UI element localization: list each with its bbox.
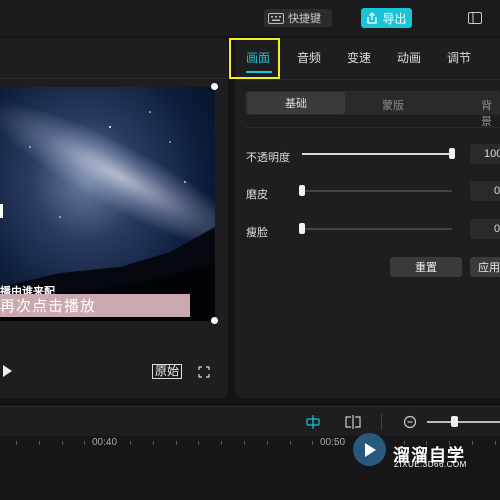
time-label-50: 00:50 <box>320 437 346 448</box>
top-bar <box>0 0 500 36</box>
slim-face-label: 瘦脸 <box>246 227 268 239</box>
smooth-skin-slider-track[interactable] <box>302 190 452 192</box>
subtab-divider <box>245 127 500 128</box>
tab-divider <box>235 79 500 80</box>
text-cursor-mark <box>0 204 3 218</box>
slim-face-slider-knob[interactable] <box>299 223 305 234</box>
ruler-tick <box>244 441 245 445</box>
ruler-tick <box>198 441 199 445</box>
zoom-slider-track[interactable] <box>427 421 500 423</box>
timeline-toolbar <box>0 406 500 437</box>
zoom-slider-knob[interactable] <box>451 416 458 427</box>
shortcut-button[interactable]: 快捷键 <box>264 9 332 27</box>
subtab-mask[interactable]: 蒙版 <box>382 97 404 113</box>
opacity-value: 100 <box>484 148 500 160</box>
toolbar-divider <box>381 414 382 430</box>
video-frame[interactable]: 播由谁来配 再次点击播放 <box>0 87 215 321</box>
subtab-background[interactable]: 背景 <box>481 97 500 129</box>
play-icon[interactable] <box>3 365 12 377</box>
ruler-tick <box>176 441 177 445</box>
ruler-tick <box>472 441 473 445</box>
preview-header <box>0 38 228 79</box>
watermark-url: ZIXUE.3D66.COM <box>394 460 467 469</box>
ruler-tick <box>290 441 291 445</box>
highlight-box <box>229 38 280 79</box>
ruler-tick <box>153 441 154 445</box>
shortcut-label: 快捷键 <box>288 13 321 25</box>
watermark-play-icon <box>365 443 376 457</box>
fullscreen-icon[interactable] <box>198 366 210 378</box>
resize-handle-bottom-right[interactable] <box>211 317 218 324</box>
ruler-tick <box>84 441 85 445</box>
ruler-tick <box>62 441 63 445</box>
opacity-slider-knob[interactable] <box>449 148 455 159</box>
tab-speed[interactable]: 变速 <box>347 49 371 66</box>
keyboard-icon <box>268 12 284 24</box>
opacity-label: 不透明度 <box>246 152 290 164</box>
smooth-skin-label: 磨皮 <box>246 189 268 201</box>
original-ratio-button[interactable]: 原始 <box>152 364 183 379</box>
split-icon[interactable] <box>344 414 362 430</box>
snap-icon[interactable] <box>304 414 322 430</box>
caption-main-text[interactable]: 再次点击播放 <box>0 295 96 316</box>
export-icon <box>367 12 378 24</box>
export-button[interactable]: 导出 <box>361 8 412 28</box>
ruler-tick <box>312 441 313 445</box>
export-label: 导出 <box>382 11 407 26</box>
opacity-slider-fill <box>302 153 452 155</box>
layout-icon[interactable] <box>468 12 482 24</box>
ruler-tick <box>221 441 222 445</box>
zoom-out-icon[interactable] <box>403 415 417 429</box>
tab-audio[interactable]: 音频 <box>297 49 321 66</box>
smooth-skin-value: 0 <box>494 185 500 197</box>
resize-handle-top-right[interactable] <box>211 83 218 90</box>
ruler-tick <box>130 441 131 445</box>
ruler-tick <box>16 441 17 445</box>
ruler-tick <box>39 441 40 445</box>
opacity-value-box[interactable]: 100 <box>470 144 500 164</box>
time-label-40: 00:40 <box>92 437 118 448</box>
smooth-skin-slider-knob[interactable] <box>299 185 305 196</box>
tab-animation[interactable]: 动画 <box>397 49 421 66</box>
reset-button[interactable]: 重置 <box>390 257 462 277</box>
slim-face-value: 0 <box>494 223 500 235</box>
smooth-skin-value-box[interactable]: 0 <box>470 181 500 201</box>
ruler-tick <box>267 441 268 445</box>
ruler-tick <box>495 441 496 445</box>
slim-face-slider-track[interactable] <box>302 228 452 230</box>
apply-button[interactable]: 应用 <box>470 257 500 277</box>
tab-adjust[interactable]: 调节 <box>447 49 471 66</box>
subtab-basic[interactable]: 基础 <box>247 92 345 114</box>
slim-face-value-box[interactable]: 0 <box>470 219 500 239</box>
